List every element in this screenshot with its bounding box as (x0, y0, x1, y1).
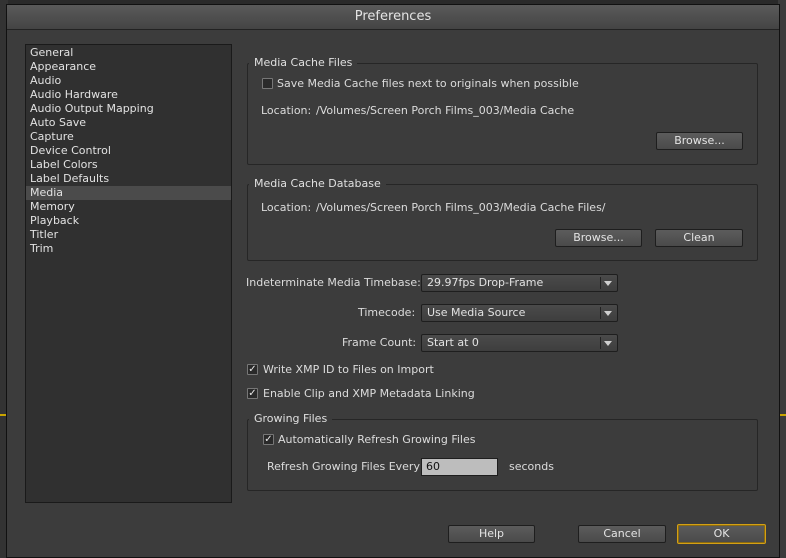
media-cache-browse-button[interactable]: Browse... (656, 132, 743, 150)
chevron-down-icon (604, 341, 612, 346)
refresh-interval-input[interactable]: 60 (421, 458, 498, 476)
save-cache-next-to-originals-checkbox[interactable] (262, 78, 273, 89)
refresh-every-label: Refresh Growing Files Every (267, 460, 420, 473)
enable-linking-label[interactable]: Enable Clip and XMP Metadata Linking (263, 387, 475, 401)
growing-files-title: Growing Files (249, 412, 333, 426)
timecode-select[interactable]: Use Media Source (421, 304, 618, 322)
media-cache-db-clean-button[interactable]: Clean (655, 229, 743, 247)
category-item[interactable]: General (26, 46, 231, 60)
chevron-down-icon (604, 281, 612, 286)
timebase-label: Indeterminate Media Timebase: (246, 276, 421, 289)
category-item[interactable]: Audio Output Mapping (26, 102, 231, 116)
media-cache-files-title: Media Cache Files (249, 56, 358, 70)
category-item[interactable]: Audio (26, 74, 231, 88)
chevron-down-icon (604, 311, 612, 316)
preferences-dialog: Preferences General Appearance Audio Audio … (6, 4, 780, 558)
category-list[interactable]: General Appearance Audio Audio Hardware Audi… (25, 44, 232, 503)
select-divider (600, 307, 601, 319)
media-cache-database-group (247, 184, 758, 261)
category-item[interactable]: Playback (26, 214, 231, 228)
seconds-label: seconds (509, 460, 554, 473)
auto-refresh-checkbox[interactable]: ✓ (263, 434, 274, 445)
category-item[interactable]: Device Control (26, 144, 231, 158)
dialog-title: Preferences (7, 5, 779, 30)
category-item[interactable]: Label Defaults (26, 172, 231, 186)
frame-count-select-value: Start at 0 (427, 336, 479, 349)
category-item[interactable]: Media (26, 186, 231, 200)
frame-count-label: Frame Count: (342, 336, 417, 349)
write-xmp-checkbox[interactable]: ✓ (247, 364, 258, 375)
timecode-label: Timecode: (358, 306, 416, 319)
growing-files-group (247, 419, 758, 491)
media-cache-database-title: Media Cache Database (249, 177, 386, 191)
category-item[interactable]: Trim (26, 242, 231, 256)
category-item[interactable]: Memory (26, 200, 231, 214)
timecode-select-value: Use Media Source (427, 306, 526, 319)
category-item[interactable]: Capture (26, 130, 231, 144)
category-item[interactable]: Appearance (26, 60, 231, 74)
enable-linking-checkbox[interactable]: ✓ (247, 388, 258, 399)
ok-button[interactable]: OK (677, 524, 766, 544)
cancel-button[interactable]: Cancel (578, 525, 666, 543)
timebase-select[interactable]: 29.97fps Drop-Frame (421, 274, 618, 292)
media-cache-db-browse-button[interactable]: Browse... (555, 229, 642, 247)
media-cache-location-label: Location: (261, 104, 312, 117)
help-button[interactable]: Help (448, 525, 535, 543)
category-item[interactable]: Titler (26, 228, 231, 242)
write-xmp-label[interactable]: Write XMP ID to Files on Import (263, 363, 434, 377)
select-divider (600, 337, 601, 349)
media-cache-db-location-label: Location: (261, 201, 312, 214)
category-item[interactable]: Label Colors (26, 158, 231, 172)
frame-count-select[interactable]: Start at 0 (421, 334, 618, 352)
auto-refresh-label[interactable]: Automatically Refresh Growing Files (278, 433, 475, 447)
media-cache-location-value: /Volumes/Screen Porch Films_003/Media Ca… (316, 104, 575, 117)
select-divider (600, 277, 601, 289)
timebase-select-value: 29.97fps Drop-Frame (427, 276, 544, 289)
category-item[interactable]: Audio Hardware (26, 88, 231, 102)
media-cache-db-location-value: /Volumes/Screen Porch Films_003/Media Ca… (316, 201, 606, 214)
category-item[interactable]: Auto Save (26, 116, 231, 130)
save-cache-next-to-originals-label[interactable]: Save Media Cache files next to originals… (277, 77, 579, 91)
